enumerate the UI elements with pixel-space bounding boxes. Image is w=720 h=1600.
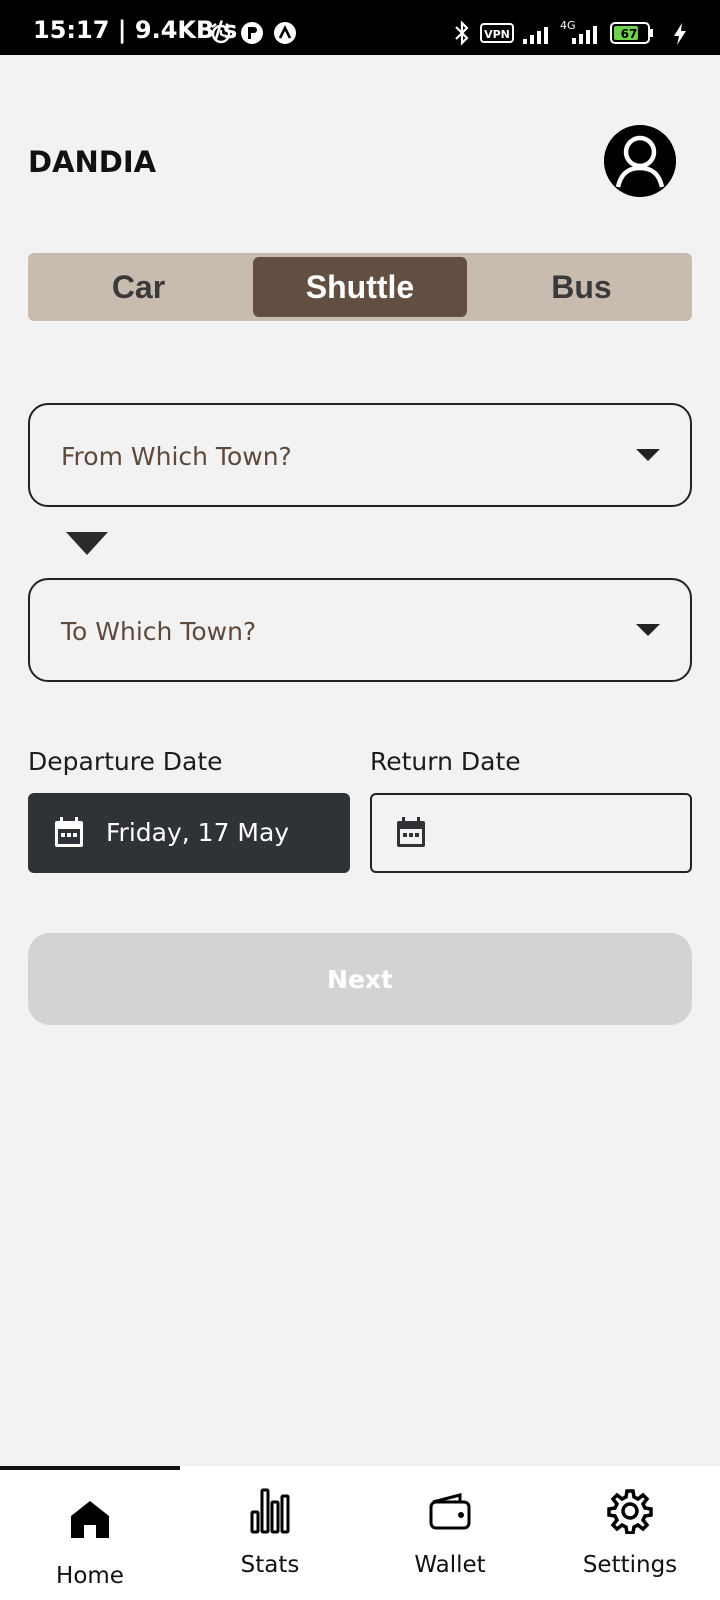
return-date-field[interactable]	[370, 793, 692, 873]
wallet-icon	[429, 1493, 471, 1530]
user-icon	[604, 125, 676, 197]
nav-wallet-label: Wallet	[414, 1552, 486, 1578]
departure-date-value: Friday, 17 May	[106, 818, 290, 847]
network-type: 4G	[560, 19, 576, 32]
tab-car[interactable]: Car	[32, 257, 245, 317]
to-town-placeholder: To Which Town?	[61, 617, 257, 646]
signal-icon	[523, 27, 548, 44]
nav-home[interactable]: Home	[0, 1466, 180, 1600]
nav-wallet[interactable]: Wallet	[360, 1466, 540, 1600]
from-town-placeholder: From Which Town?	[61, 442, 292, 471]
bluetooth-icon	[455, 20, 469, 46]
home-icon	[71, 1501, 109, 1538]
nav-home-label: Home	[56, 1563, 124, 1589]
nav-stats[interactable]: Stats	[180, 1466, 360, 1600]
status-bar: 15:17 | 9.4KB/s VPN 4G 67	[0, 0, 720, 55]
app-notification-icon	[241, 22, 263, 44]
tab-shuttle[interactable]: Shuttle	[253, 257, 467, 317]
transport-type-tabs: Car Shuttle Bus	[28, 253, 692, 321]
dropdown-arrow-icon	[636, 449, 660, 461]
nav-stats-label: Stats	[240, 1552, 300, 1578]
vpn-icon: VPN	[480, 23, 514, 43]
app-notification-icon-2	[274, 22, 296, 44]
nav-settings-label: Settings	[582, 1552, 678, 1578]
vpn-label: VPN	[484, 28, 510, 41]
alarm-icon	[211, 23, 231, 44]
dropdown-arrow-icon	[636, 624, 660, 636]
bottom-navigation: Home Stats Wallet Settings	[0, 1466, 720, 1600]
charging-icon	[674, 23, 686, 45]
status-time: 15:17 | 9.4KB/s	[33, 16, 238, 44]
return-date-label: Return Date	[370, 747, 521, 776]
tab-bus[interactable]: Bus	[475, 257, 688, 317]
next-button[interactable]: Next	[28, 933, 692, 1025]
calendar-icon	[397, 817, 425, 847]
departure-date-field[interactable]: Friday, 17 May	[28, 793, 350, 873]
battery-icon: 67	[610, 22, 653, 44]
settings-icon	[607, 1489, 653, 1534]
stats-icon	[250, 1488, 290, 1534]
app-title: DANDIA	[28, 145, 157, 179]
to-town-dropdown[interactable]: To Which Town?	[28, 578, 692, 682]
calendar-icon	[55, 817, 83, 847]
battery-level: 67	[621, 27, 638, 41]
departure-date-label: Departure Date	[28, 747, 223, 776]
profile-avatar-button[interactable]	[604, 125, 676, 197]
nav-settings[interactable]: Settings	[540, 1466, 720, 1600]
from-town-dropdown[interactable]: From Which Town?	[28, 403, 692, 507]
signal-4g-icon: 4G	[560, 19, 597, 44]
route-arrow-icon[interactable]	[66, 532, 108, 555]
